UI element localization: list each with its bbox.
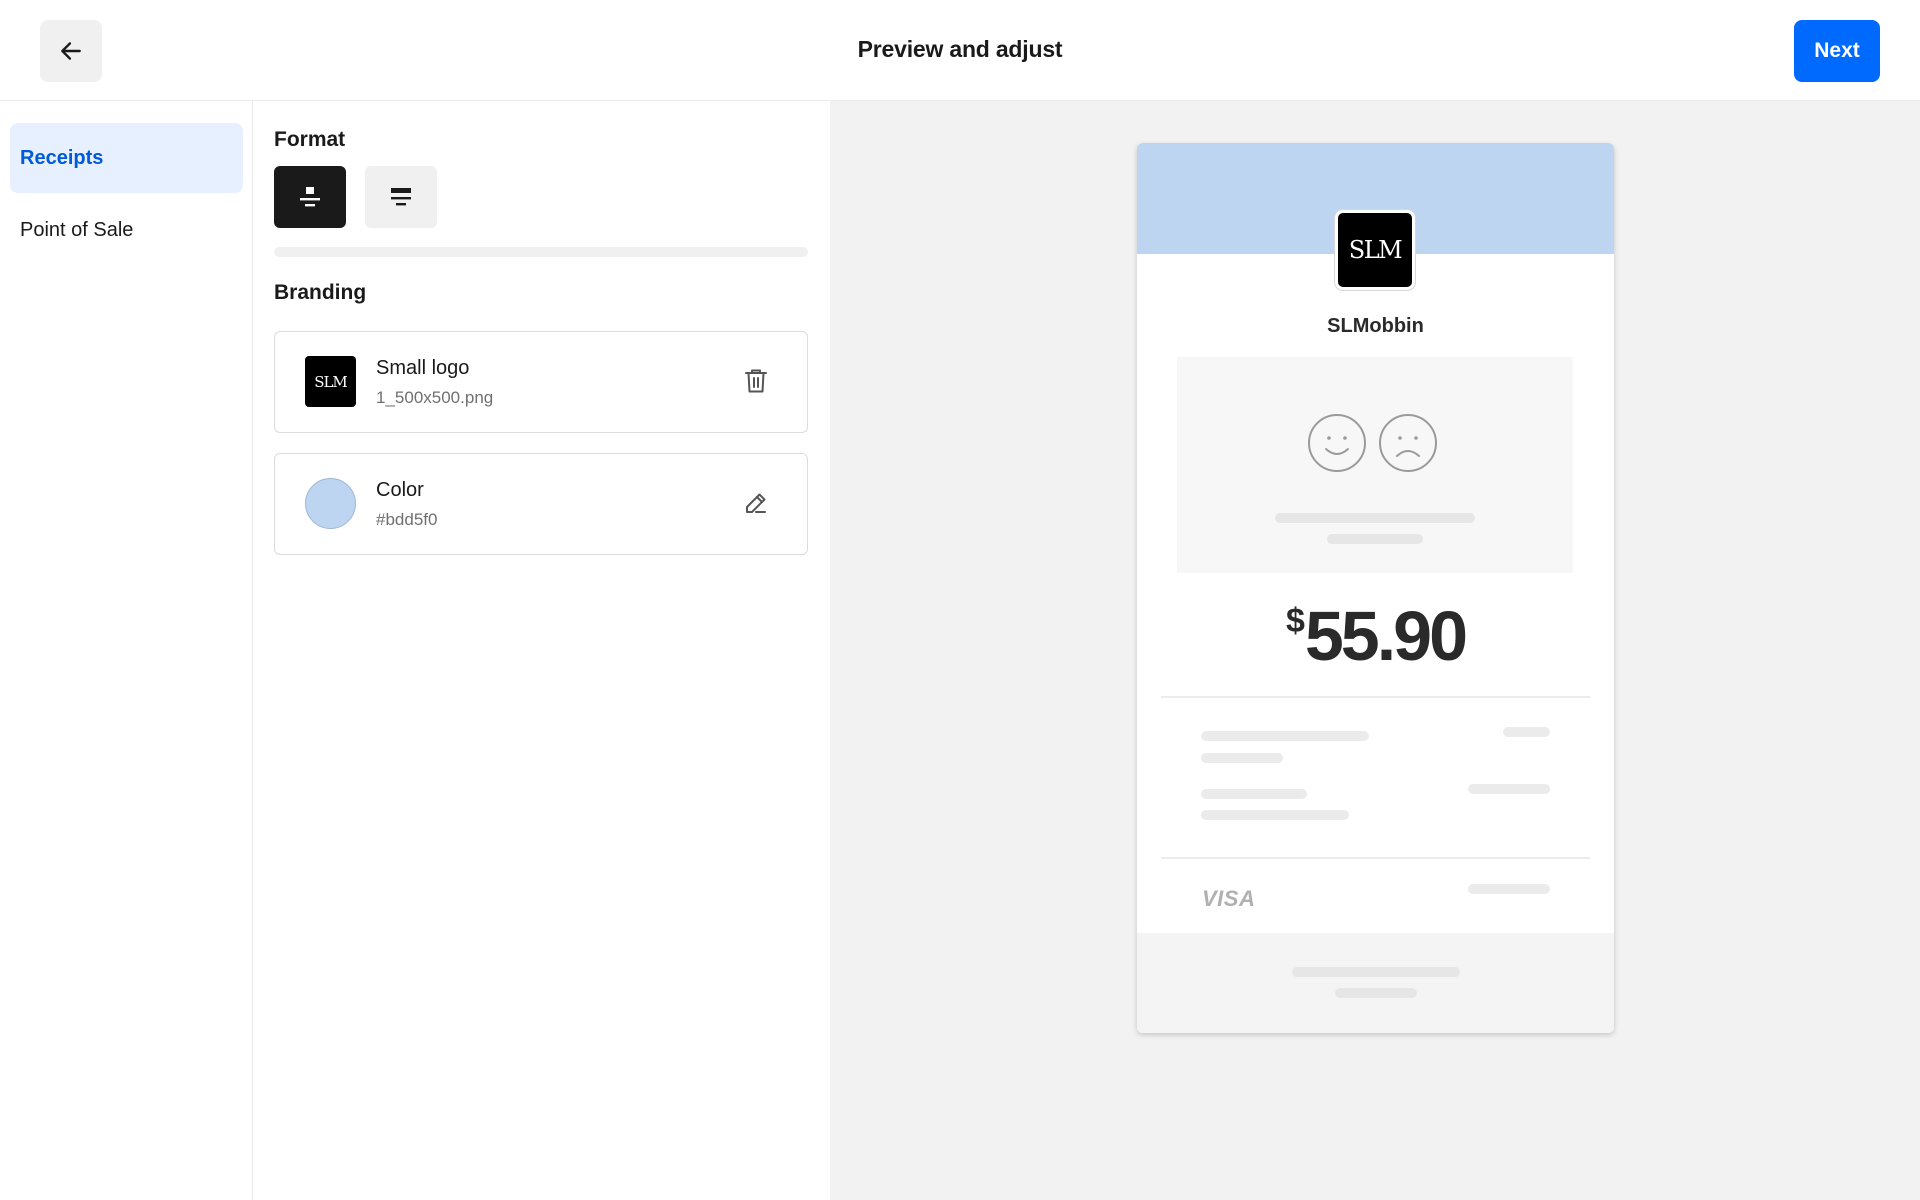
placeholder-line: [1201, 810, 1349, 820]
page-title: Preview and adjust: [857, 36, 1063, 62]
next-button[interactable]: Next: [1794, 20, 1880, 82]
visa-card-brand: VISA: [1202, 886, 1256, 911]
placeholder-line: [1201, 753, 1283, 763]
nav-item-point-of-sale[interactable]: Point of Sale: [10, 195, 243, 265]
receipt-divider: [1161, 696, 1590, 698]
receipt-amount: $55.90: [1137, 596, 1614, 676]
logo-thumbnail: SLM: [305, 356, 356, 407]
amount-value: 55.90: [1304, 597, 1468, 675]
section-divider: [274, 247, 808, 257]
receipt-divider: [1161, 857, 1590, 859]
business-name: SLMobbin: [1327, 315, 1424, 337]
placeholder-line: [1468, 784, 1550, 794]
color-hex-value: #bdd5f0: [376, 510, 438, 529]
placeholder-line: [1468, 884, 1550, 894]
format-option-banner[interactable]: [365, 166, 437, 228]
format-banner-icon: [391, 188, 411, 206]
logo-thumbnail-text: SLM: [314, 372, 348, 391]
receipt-preview-area: SLM SLMobbin $55.90 VISA: [830, 101, 1920, 1200]
placeholder-line: [1201, 731, 1369, 741]
receipt-logo: SLM: [1335, 210, 1415, 290]
edit-color-button[interactable]: [740, 487, 772, 519]
color-title: Color: [376, 479, 424, 501]
trash-icon: [745, 369, 767, 393]
format-section-title: Format: [274, 128, 346, 151]
receipt-footer: [1137, 933, 1614, 1033]
top-bar: Preview and adjust Next: [0, 0, 1920, 101]
sad-face-icon: [1379, 414, 1437, 472]
placeholder-line: [1503, 727, 1550, 737]
placeholder-line: [1327, 534, 1423, 544]
currency-symbol: $: [1285, 602, 1305, 640]
receipt-logo-text: SLM: [1348, 236, 1403, 264]
left-nav: Receipts Point of Sale: [0, 101, 253, 1200]
small-logo-card: SLM Small logo 1_500x500.png: [274, 331, 808, 433]
small-logo-filename: 1_500x500.png: [376, 388, 494, 407]
delete-logo-button[interactable]: [740, 365, 772, 397]
pencil-icon: [746, 493, 766, 513]
branding-section-title: Branding: [274, 281, 367, 304]
placeholder-line: [1201, 789, 1307, 799]
color-card: Color #bdd5f0: [274, 453, 808, 555]
placeholder-line: [1292, 967, 1460, 977]
receipt-preview: SLM SLMobbin $55.90 VISA: [1137, 143, 1614, 1033]
settings-panel: Format Branding SLM Small logo 1_500x500…: [254, 101, 829, 1200]
color-swatch[interactable]: [305, 478, 356, 529]
small-logo-title: Small logo: [376, 357, 470, 379]
placeholder-line: [1275, 513, 1475, 523]
smiley-face-icon: [1308, 414, 1366, 472]
format-option-logo-top[interactable]: [274, 166, 346, 228]
format-logo-top-icon: [300, 187, 320, 207]
feedback-box: [1177, 357, 1573, 573]
nav-item-receipts[interactable]: Receipts: [10, 123, 243, 193]
placeholder-line: [1335, 988, 1417, 998]
